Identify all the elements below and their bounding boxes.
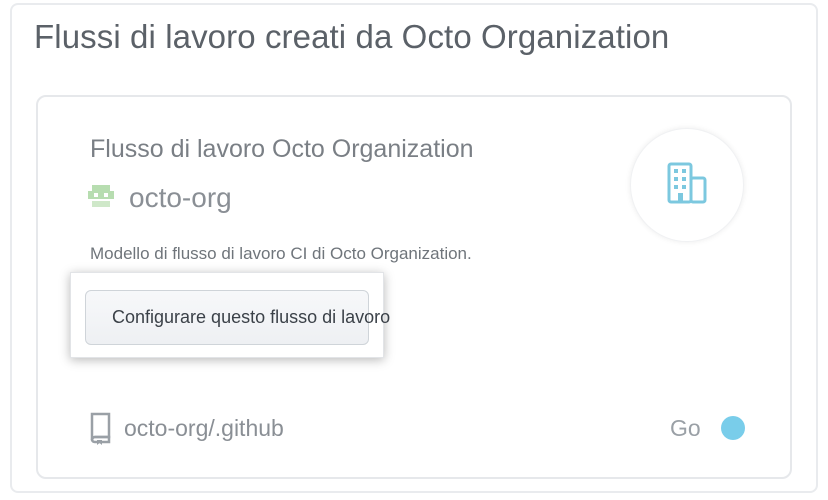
workflow-badge — [630, 128, 744, 242]
language-indicator: Go — [670, 413, 745, 443]
language-name: Go — [670, 414, 701, 441]
repo-row: octo-org/.github — [88, 410, 284, 446]
org-row: octo-org — [86, 178, 232, 218]
building-icon — [664, 160, 710, 211]
workflow-description: Modello di flusso di lavoro CI di Octo O… — [90, 244, 472, 263]
org-name[interactable]: octo-org — [129, 182, 232, 214]
setup-workflow-button[interactable]: Configurare questo flusso di lavoro — [85, 290, 390, 345]
section-title: Flussi di lavoro creati da Octo Organiza… — [34, 18, 670, 55]
language-color-dot — [720, 416, 745, 440]
repo-icon — [88, 411, 112, 445]
repo-link[interactable]: octo-org/.github — [124, 415, 284, 442]
workflow-title: Flusso di lavoro Octo Organization — [90, 135, 474, 163]
octo-org-avatar-icon — [86, 183, 116, 213]
